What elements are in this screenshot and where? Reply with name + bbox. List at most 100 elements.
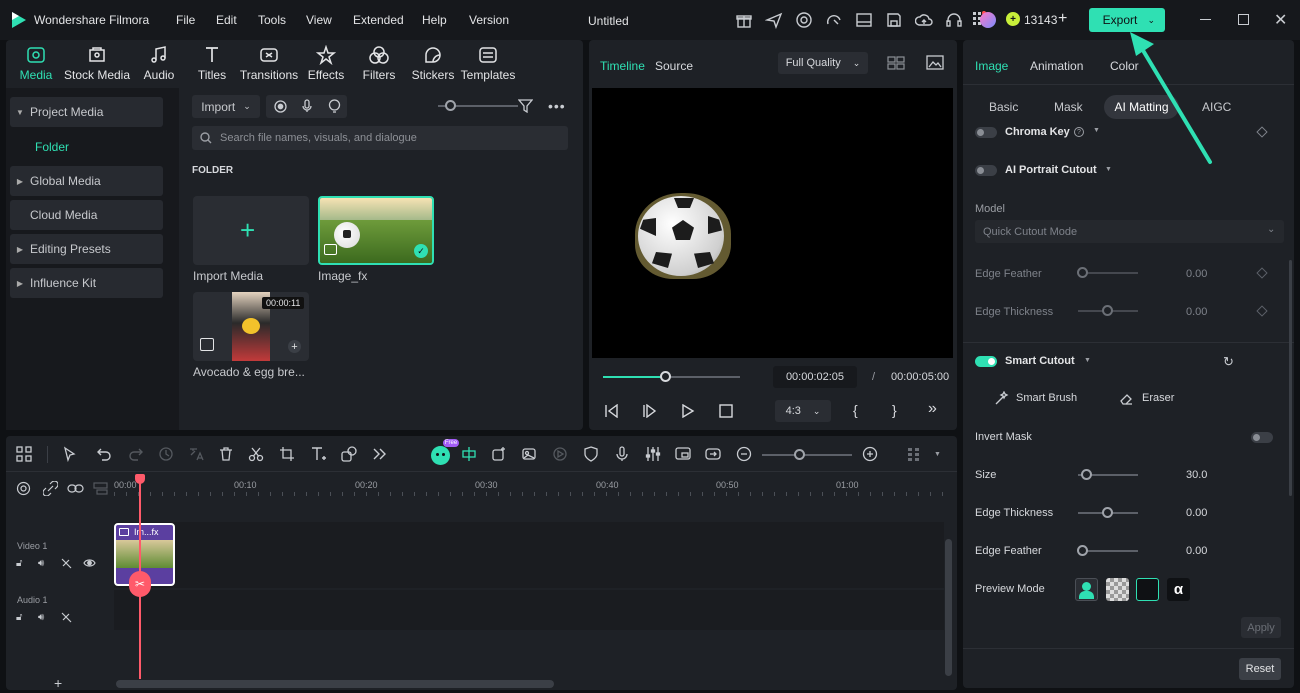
preview-canvas[interactable] (592, 88, 953, 358)
timeline-zoom-knob[interactable] (794, 449, 805, 460)
lock-icon[interactable]: 🔓︎ (16, 612, 22, 623)
next-frame-icon[interactable] (642, 404, 657, 418)
import-dropdown[interactable]: Import ⌄ (192, 95, 260, 118)
menu-edit[interactable]: Edit (216, 13, 237, 27)
sidebar-editing-presets[interactable]: ▶ Editing Presets (10, 234, 163, 264)
delete-icon[interactable] (218, 446, 236, 464)
import-media-card[interactable]: + (193, 196, 309, 265)
maximize-icon[interactable] (1238, 14, 1249, 25)
edge-feather-1-knob[interactable] (1077, 267, 1088, 278)
text-icon[interactable] (310, 446, 328, 464)
menu-view[interactable]: View (306, 13, 332, 27)
avocado-card[interactable]: 00:00:11 + (193, 292, 309, 361)
layout-grid-icon[interactable] (16, 446, 34, 464)
send-icon[interactable] (765, 11, 783, 29)
stop-icon[interactable] (719, 404, 733, 418)
lock-icon[interactable]: 🔓︎ (16, 558, 22, 569)
eraser-label[interactable]: Eraser (1142, 392, 1174, 404)
reset-button[interactable]: Reset (1239, 658, 1281, 680)
preview-mode-alpha-button[interactable]: α (1167, 578, 1190, 601)
preview-mode-person-button[interactable] (1075, 578, 1098, 601)
sidebar-folder[interactable]: Folder (35, 140, 69, 154)
apply-button[interactable]: Apply (1241, 617, 1281, 638)
close-icon[interactable]: ✕ (1274, 10, 1287, 30)
headset-icon[interactable] (945, 11, 963, 29)
hide-effects-icon[interactable] (61, 558, 72, 569)
add-to-timeline-icon[interactable]: + (288, 340, 301, 353)
size-knob[interactable] (1081, 469, 1092, 480)
play-icon[interactable] (681, 404, 695, 418)
timeline-h-scrollbar[interactable] (116, 680, 554, 688)
menu-version[interactable]: Version (469, 13, 509, 27)
eraser-icon[interactable] (1119, 391, 1134, 406)
edge-thickness-2-knob[interactable] (1102, 507, 1113, 518)
video-track-lane[interactable] (114, 522, 944, 588)
shape-icon[interactable] (341, 446, 359, 464)
crop-icon[interactable] (279, 446, 297, 464)
undo-icon[interactable] (96, 446, 114, 464)
eye-icon[interactable] (83, 558, 96, 568)
pip-icon[interactable] (675, 446, 693, 464)
thumbnail-size-knob[interactable] (445, 100, 456, 111)
hide-effects-icon[interactable] (61, 612, 72, 623)
avatar[interactable] (980, 12, 996, 28)
filter-icon[interactable] (518, 99, 533, 113)
audio-sync-icon[interactable] (552, 446, 570, 464)
portrait-cutout-toggle[interactable] (975, 165, 997, 176)
edge-thickness-1-value[interactable]: 0.00 (1186, 306, 1207, 318)
preview-progress-knob[interactable] (659, 371, 671, 382)
audio-mixer-icon[interactable] (645, 446, 663, 464)
tab-animation[interactable]: Animation (1030, 59, 1083, 73)
sidebar-global-media[interactable]: ▶ Global Media (10, 166, 163, 196)
select-tool-icon[interactable] (62, 446, 80, 464)
gift-icon[interactable] (735, 11, 753, 29)
shield-icon[interactable] (583, 446, 601, 464)
smart-cutout-toggle[interactable] (975, 356, 997, 367)
sidebar-influence-kit[interactable]: ▶ Influence Kit (10, 268, 163, 298)
edge-feather-1-value[interactable]: 0.00 (1186, 268, 1207, 280)
caret-down-icon[interactable]: ▼ (1105, 166, 1112, 173)
invert-mask-toggle[interactable] (1251, 432, 1273, 443)
image-fx-card[interactable]: ✓ (318, 196, 434, 265)
layout-icon[interactable] (855, 11, 873, 29)
previous-frame-icon[interactable] (604, 404, 619, 418)
timeline-v-scrollbar[interactable] (945, 539, 952, 676)
add-credits-icon[interactable]: + (1058, 10, 1067, 28)
ai-voice-icon[interactable] (328, 99, 341, 113)
auto-ripple-icon[interactable] (158, 446, 176, 464)
add-marker-icon[interactable] (491, 446, 509, 464)
mark-in-icon[interactable]: { (853, 402, 858, 418)
edge-thickness-2-value[interactable]: 0.00 (1186, 507, 1207, 519)
volume-icon[interactable]: 🔊︎ (38, 612, 44, 623)
preview-progress-track[interactable] (603, 376, 740, 378)
transition-duration-icon[interactable] (705, 446, 723, 464)
timeline-zoom-slider[interactable] (762, 454, 852, 456)
tab-timeline[interactable]: Timeline (600, 59, 645, 73)
ai-translate-icon[interactable] (188, 446, 206, 464)
replace-media-icon[interactable] (521, 446, 539, 464)
more-controls-icon[interactable]: » (928, 400, 937, 418)
sidebar-project-media[interactable]: ▼ Project Media (10, 97, 163, 127)
properties-scrollbar[interactable] (1289, 260, 1292, 496)
cloud-sync-icon[interactable] (825, 11, 843, 29)
chroma-key-toggle[interactable] (975, 127, 997, 138)
reset-cutout-icon[interactable]: ↻ (1223, 354, 1234, 370)
minimize-icon[interactable] (1200, 19, 1211, 20)
more-tools-icon[interactable] (371, 446, 389, 464)
audio-track-lane[interactable] (114, 590, 944, 630)
timeline-grid-icon[interactable] (906, 446, 924, 464)
aspect-ratio-dropdown[interactable]: 4:3 ⌄ (775, 400, 831, 422)
sidebar-cloud-media[interactable]: Cloud Media (10, 200, 163, 230)
mark-out-icon[interactable]: } (892, 402, 897, 418)
community-icon[interactable] (795, 11, 813, 29)
tab-source[interactable]: Source (655, 59, 693, 73)
link-icon[interactable] (67, 481, 84, 496)
redo-icon[interactable] (128, 446, 146, 464)
add-track-icon[interactable]: + (54, 675, 62, 691)
edge-feather-2-knob[interactable] (1077, 545, 1088, 556)
voiceover-mic-icon[interactable] (614, 446, 632, 464)
preview-mode-black-button[interactable] (1136, 578, 1159, 601)
preview-mode-transparent-button[interactable] (1106, 578, 1129, 601)
subtab-basic[interactable]: Basic (989, 100, 1018, 114)
more-options-icon[interactable]: ••• (548, 98, 566, 114)
